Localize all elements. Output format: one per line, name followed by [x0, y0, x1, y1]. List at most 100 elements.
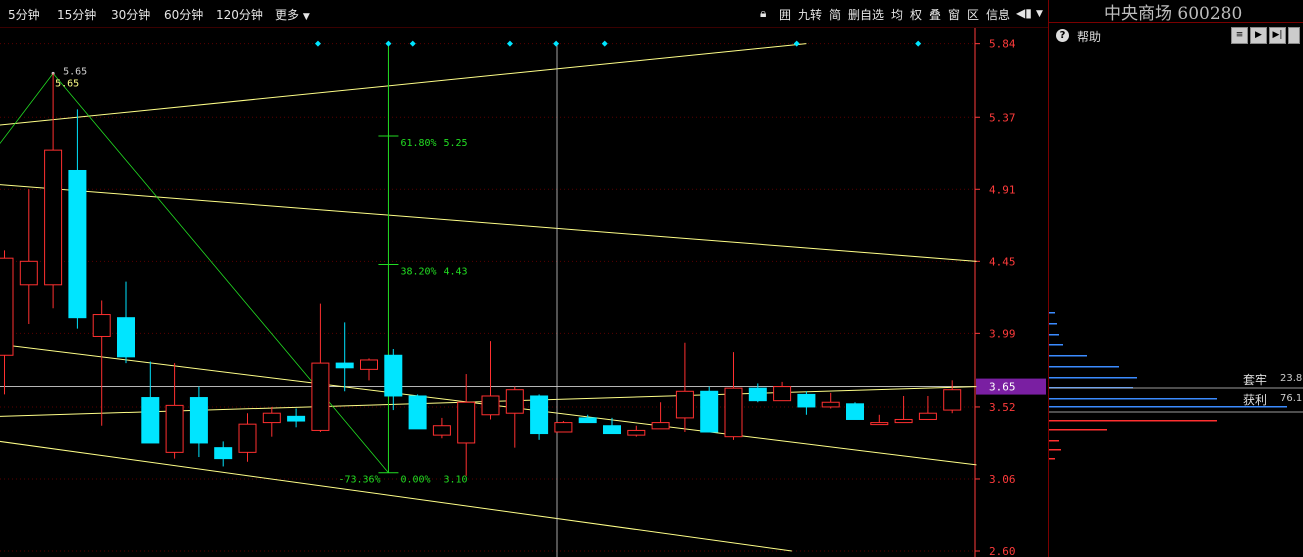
candle-body: [651, 422, 670, 430]
candle-body: [943, 389, 962, 411]
candle-body: [457, 401, 476, 444]
trapped-label: 套牢: [1243, 373, 1268, 387]
candle-body: [384, 354, 403, 397]
candle-body: [554, 422, 573, 433]
candle-body: [238, 423, 257, 453]
event-diamond-marker: [314, 40, 321, 47]
y-tick-label: 3.52: [989, 401, 1016, 414]
fib-pct-label: 0.00%: [400, 475, 430, 486]
current-price-label: 3.65: [989, 381, 1016, 394]
event-diamond-marker: [409, 40, 416, 47]
volume-profile-bar: [1049, 312, 1055, 314]
sidebar-divider: [1049, 22, 1303, 23]
candle-body: [141, 397, 160, 444]
candle-body: [870, 422, 889, 426]
candle-body: [44, 149, 63, 286]
period-15min-tab[interactable]: 15分钟: [57, 6, 96, 23]
candle-body: [918, 412, 937, 420]
tool-remove-watchlist[interactable]: 删自选: [848, 6, 884, 23]
trend-line: [0, 43, 807, 126]
volume-profile-bar: [1049, 440, 1059, 442]
candle-body: [505, 389, 524, 414]
volume-profile-bar: [1049, 449, 1061, 451]
candle-body: [603, 425, 621, 435]
period-120min-tab[interactable]: 120分钟: [216, 6, 263, 23]
period-5min-tab[interactable]: 5分钟: [8, 6, 40, 23]
candle-body: [335, 362, 354, 369]
candle-body: [311, 362, 330, 431]
tool-grid[interactable]: 囲: [779, 6, 791, 23]
fib-left-label: -73.36%: [338, 475, 380, 486]
profit-label: 获利: [1243, 393, 1268, 407]
candle-body: [675, 390, 694, 419]
event-diamond-marker: [506, 40, 513, 47]
event-diamond-marker: [601, 40, 608, 47]
tool-rights[interactable]: 权: [910, 6, 922, 23]
tool-jiuzhuan[interactable]: 九转: [798, 6, 822, 23]
candle-body: [797, 393, 816, 408]
y-tick-label: 5.37: [989, 111, 1016, 124]
candle-body: [627, 429, 646, 436]
speaker-icon[interactable]: ◀▮: [1016, 6, 1032, 20]
trapped-value: 23.8: [1280, 373, 1303, 384]
candle-body: [432, 425, 451, 436]
period-30min-tab[interactable]: 30分钟: [111, 6, 150, 23]
event-diamond-marker: [915, 40, 922, 47]
candle-body: [360, 359, 378, 370]
tool-overlay[interactable]: 叠: [929, 6, 941, 23]
kline-chart[interactable]: 5.84 5.37 4.91 4.45 3.99 3.52 3.06 2.60 3.65 61.8…: [0, 28, 1048, 557]
tool-average[interactable]: 均: [891, 6, 903, 23]
candle-body: [846, 403, 864, 420]
volume-profile-bar: [1049, 377, 1137, 379]
candle-body: [821, 401, 840, 408]
trend-line: [0, 184, 977, 262]
volume-profile-bar: [1049, 398, 1217, 400]
candle-body: [408, 395, 427, 430]
candle-body: [748, 387, 767, 402]
toolbar-dropdown-arrow-icon[interactable]: ▼: [1036, 9, 1043, 19]
candle-body: [700, 390, 719, 433]
volume-profile-bar: [1049, 334, 1059, 336]
fib-pct-label: 38.20%: [400, 266, 436, 277]
volume-profile-bar: [1049, 429, 1107, 431]
high-marker-label: 5.65: [63, 66, 87, 77]
fib-price-label: 3.10: [443, 475, 467, 486]
y-tick-label: 2.60: [989, 545, 1016, 557]
right-sidebar: 中央商场 600280 ? 帮助 ≡ ▶ ▶| 套牢 23.8 获利 76.1: [1048, 0, 1303, 557]
volume-profile-bar: [1049, 344, 1063, 346]
dropdown-arrow-icon: ▼: [302, 12, 310, 22]
tool-info[interactable]: 信息: [986, 6, 1010, 23]
candle-body: [68, 169, 87, 319]
y-tick-label: 3.99: [989, 327, 1016, 340]
candle-body: [894, 418, 913, 424]
volume-profile-bar: [1049, 458, 1055, 460]
fib-pct-label: 61.80%: [400, 138, 436, 149]
more-periods-dropdown[interactable]: 更多 ▼: [275, 6, 310, 23]
volume-profile-bar: [1049, 355, 1087, 357]
candle-body: [214, 447, 233, 460]
candle-body: [0, 257, 14, 356]
profit-value: 76.1: [1280, 393, 1303, 404]
fib-price-label: 4.43: [443, 266, 467, 277]
candle-body: [19, 260, 38, 286]
candle-body: [773, 386, 792, 402]
chart-toolbar: 5分钟 15分钟 30分钟 60分钟 120分钟 更多 ▼ 🔒︎ 囲 九转 简 …: [0, 0, 1048, 28]
tool-range[interactable]: 区: [967, 6, 979, 23]
candle-body: [92, 314, 111, 337]
tool-simple[interactable]: 简: [829, 6, 841, 23]
candle-body: [530, 395, 549, 435]
stock-title: 中央商场 600280: [1104, 4, 1243, 24]
y-tick-label: 4.91: [989, 183, 1016, 196]
candle-body: [287, 415, 306, 422]
lock-icon[interactable]: 🔒︎: [760, 6, 766, 21]
volume-profile-bar: [1049, 323, 1057, 325]
y-tick-label: 4.45: [989, 255, 1016, 268]
trend-line: [0, 440, 792, 552]
event-diamond-marker: [793, 40, 800, 47]
candle-body: [578, 417, 597, 424]
period-60min-tab[interactable]: 60分钟: [164, 6, 203, 23]
high-marker-sublabel: 5.65: [55, 78, 79, 89]
tool-window[interactable]: 窗: [948, 6, 960, 23]
volume-profile-bar: [1049, 420, 1217, 422]
more-label: 更多: [275, 8, 300, 22]
